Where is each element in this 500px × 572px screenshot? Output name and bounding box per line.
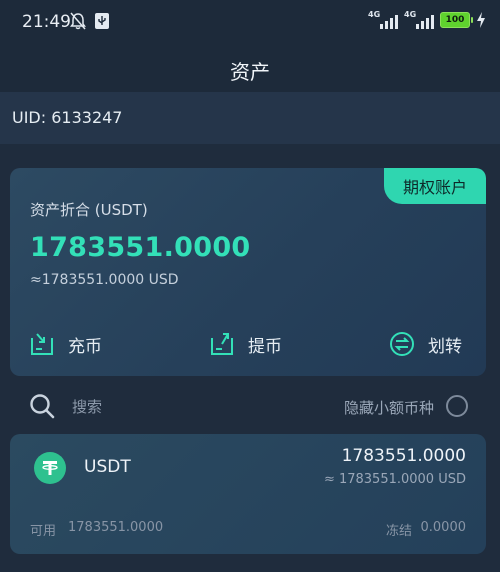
- page-title: 资产: [230, 60, 270, 84]
- asset-summary-card: 期权账户 资产折合 (USDT) 1783551.0000 ≈1783551.0…: [10, 168, 486, 376]
- withdraw-label: 提币: [248, 336, 282, 357]
- coin-usd-value: ≈ 1783551.0000 USD: [323, 472, 466, 487]
- usb-icon: [95, 13, 109, 29]
- mute-bell-icon: [70, 12, 86, 30]
- available-value: 1783551.0000: [68, 520, 164, 535]
- search-icon[interactable]: [28, 392, 56, 420]
- available-label: 可用: [30, 524, 57, 539]
- asset-label: 资产折合 (USDT): [30, 201, 148, 219]
- frozen-label: 冻结: [385, 524, 412, 539]
- transfer-label: 划转: [428, 336, 462, 357]
- coin-card-usdt[interactable]: USDT 1783551.0000 ≈ 1783551.0000 USD 可用 …: [10, 434, 486, 554]
- asset-usd-equivalent: ≈1783551.0000 USD: [30, 272, 179, 288]
- search-input[interactable]: [70, 394, 274, 420]
- hide-small-balances-label[interactable]: 隐藏小额币种: [344, 397, 434, 418]
- uid-bar: UID: 6133247: [0, 92, 500, 144]
- withdraw-icon: [211, 333, 233, 355]
- asset-amount: 1783551.0000: [30, 232, 251, 263]
- page-header: 资产: [0, 44, 500, 92]
- status-right: 4G 4G 100: [368, 10, 486, 29]
- options-account-badge[interactable]: 期权账户: [384, 168, 486, 204]
- status-bar: 21:49 4G 4G 100: [0, 0, 500, 44]
- uid-text: UID: 6133247: [12, 108, 123, 127]
- coin-name: USDT: [84, 457, 131, 477]
- hide-small-balances-toggle[interactable]: [446, 395, 468, 417]
- tether-icon: [34, 452, 66, 484]
- search-row: 隐藏小额币种: [0, 384, 500, 428]
- deposit-button[interactable]: 充币: [28, 328, 102, 360]
- battery-icon: 100: [440, 12, 473, 28]
- signal-icon-1: 4G: [368, 10, 398, 29]
- transfer-icon: [390, 332, 414, 356]
- frozen-value: 0.0000: [420, 520, 467, 535]
- coin-amount: 1783551.0000: [341, 446, 466, 466]
- deposit-label: 充币: [68, 336, 102, 357]
- charging-icon: [477, 12, 485, 28]
- deposit-icon: [31, 333, 53, 355]
- status-time: 21:49: [22, 12, 71, 32]
- signal-icon-2: 4G: [404, 10, 434, 29]
- transfer-button[interactable]: 划转: [388, 328, 462, 360]
- withdraw-button[interactable]: 提币: [208, 328, 282, 360]
